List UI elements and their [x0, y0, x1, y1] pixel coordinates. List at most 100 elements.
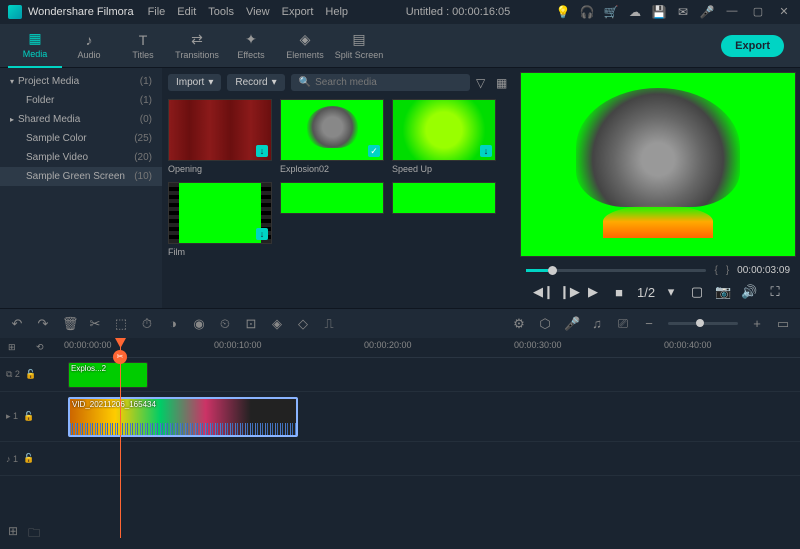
app-name: Wondershare Filmora: [28, 6, 134, 18]
menu-view[interactable]: View: [246, 6, 270, 18]
media-thumb-6[interactable]: [392, 182, 496, 257]
titlebar: Wondershare Filmora File Edit Tools View…: [0, 0, 800, 24]
crop-icon[interactable]: ⬚: [114, 316, 128, 332]
audio-icon: ♪: [86, 32, 93, 48]
browse-folder-icon[interactable]: 🗀: [28, 524, 40, 545]
filter-icon[interactable]: ▽: [476, 76, 490, 90]
snap-icon[interactable]: ⟲: [36, 342, 44, 353]
menu-help[interactable]: Help: [325, 6, 348, 18]
menu-export[interactable]: Export: [282, 6, 314, 18]
zoom-in-icon[interactable]: +: [750, 316, 764, 331]
volume-icon[interactable]: 🔊: [741, 284, 757, 300]
grid-view-icon[interactable]: ▦: [496, 76, 510, 90]
media-thumb-opening[interactable]: ↓Opening: [168, 99, 272, 174]
cart-icon[interactable]: 🛒: [604, 5, 618, 19]
redo-icon[interactable]: ↷: [36, 316, 50, 332]
display-settings-icon[interactable]: ▢: [689, 284, 705, 300]
minimize-button[interactable]: —: [724, 5, 740, 19]
menu-tools[interactable]: Tools: [208, 6, 234, 18]
mixer-icon[interactable]: ⎚: [616, 316, 630, 332]
maximize-button[interactable]: ▢: [750, 5, 766, 19]
clip-video-main[interactable]: VID_20211206_165434: [68, 397, 298, 437]
track-manage-icon[interactable]: ⊞: [8, 342, 16, 353]
sidebar-item-project-media[interactable]: ▾Project Media(1): [0, 72, 162, 91]
sidebar-item-sample-color[interactable]: Sample Color(25): [0, 129, 162, 148]
tab-split-screen[interactable]: ▤Split Screen: [332, 24, 386, 68]
color-icon[interactable]: ◑: [166, 316, 180, 331]
play-button[interactable]: ▶: [585, 284, 601, 300]
mark-in-icon[interactable]: {: [714, 265, 717, 276]
download-icon[interactable]: ↓: [480, 145, 492, 157]
import-dropdown[interactable]: Import▾: [168, 74, 221, 91]
playhead[interactable]: ✂: [120, 338, 121, 538]
save-icon[interactable]: 💾: [652, 5, 666, 19]
render-icon[interactable]: ⚙: [512, 316, 526, 332]
media-thumb-5[interactable]: [280, 182, 384, 257]
zoom-slider[interactable]: [668, 322, 738, 325]
split-screen-icon: ▤: [352, 31, 365, 48]
scissor-icon[interactable]: ✂: [113, 350, 127, 364]
audio-sync-icon[interactable]: ♫: [590, 316, 604, 331]
delete-icon[interactable]: 🗑: [62, 316, 76, 332]
voiceover-icon[interactable]: 🎤: [564, 316, 578, 332]
step-back-button[interactable]: ❙▶: [559, 284, 575, 300]
record-dropdown[interactable]: Record▾: [227, 74, 284, 91]
tab-transitions[interactable]: ⇄Transitions: [170, 24, 224, 68]
media-sidebar: ▾Project Media(1) Folder(1) ▸Shared Medi…: [0, 68, 162, 308]
mail-icon[interactable]: ✉: [676, 5, 690, 19]
media-thumb-explosion02[interactable]: ✓Explosion02: [280, 99, 384, 174]
clip-explosion[interactable]: Explos...2: [68, 362, 148, 388]
preview-seek-slider[interactable]: [526, 269, 706, 272]
download-icon[interactable]: ↓: [256, 145, 268, 157]
keyframe-icon[interactable]: ◇: [296, 316, 310, 332]
timer-icon[interactable]: ⏲: [218, 316, 232, 332]
download-icon[interactable]: ↓: [256, 228, 268, 240]
export-button[interactable]: Export: [721, 35, 784, 57]
lock-icon[interactable]: 🔓: [25, 369, 36, 380]
chevron-down-icon[interactable]: ▾: [663, 284, 679, 300]
sidebar-item-shared-media[interactable]: ▸Shared Media(0): [0, 110, 162, 129]
new-folder-icon[interactable]: ⊞: [8, 524, 18, 545]
fit-icon[interactable]: ▭: [776, 316, 790, 332]
tab-titles[interactable]: TTitles: [116, 24, 170, 68]
audio-mix-icon[interactable]: ⎍: [322, 316, 336, 332]
focus-icon[interactable]: ⊡: [244, 316, 258, 332]
transitions-icon: ⇄: [191, 31, 203, 48]
stop-button[interactable]: ■: [611, 285, 627, 300]
split-icon[interactable]: ✂: [88, 316, 102, 332]
mic-icon[interactable]: 🎤: [700, 5, 714, 19]
media-thumb-speed-up[interactable]: ↓Speed Up: [392, 99, 496, 174]
close-button[interactable]: ✕: [776, 5, 792, 19]
sidebar-item-folder[interactable]: Folder(1): [0, 91, 162, 110]
fullscreen-icon[interactable]: ⛶: [767, 284, 783, 300]
effect-icon[interactable]: ◈: [270, 316, 284, 332]
media-thumb-film[interactable]: ↓Film: [168, 182, 272, 257]
tab-effects[interactable]: ✦Effects: [224, 24, 278, 68]
undo-icon[interactable]: ↶: [10, 316, 24, 332]
sidebar-item-sample-green-screen[interactable]: Sample Green Screen(10): [0, 167, 162, 186]
lock-icon[interactable]: 🔓: [23, 411, 34, 422]
tab-audio[interactable]: ♪Audio: [62, 24, 116, 68]
tips-icon[interactable]: 💡: [556, 5, 570, 19]
support-icon[interactable]: 🎧: [580, 5, 594, 19]
snapshot-icon[interactable]: 📷: [715, 284, 731, 300]
speed-display[interactable]: 1/2: [637, 285, 653, 300]
marker-icon[interactable]: ⬡: [538, 316, 552, 332]
search-input[interactable]: 🔍Search media: [291, 74, 470, 91]
menu-file[interactable]: File: [148, 6, 166, 18]
prev-frame-button[interactable]: ◀❙: [533, 284, 549, 300]
tab-elements[interactable]: ◈Elements: [278, 24, 332, 68]
tab-media[interactable]: ▦Media: [8, 24, 62, 68]
cloud-icon[interactable]: ☁: [628, 5, 642, 19]
media-icon: ▦: [28, 30, 41, 47]
search-icon: 🔍: [299, 77, 311, 88]
speed-icon[interactable]: ⏱: [140, 316, 154, 332]
zoom-out-icon[interactable]: −: [642, 316, 656, 331]
green-screen-icon[interactable]: ◉: [192, 316, 206, 332]
lock-icon[interactable]: 🔓: [23, 453, 34, 464]
preview-screen[interactable]: [520, 72, 796, 257]
check-icon: ✓: [368, 145, 380, 157]
menu-edit[interactable]: Edit: [177, 6, 196, 18]
sidebar-item-sample-video[interactable]: Sample Video(20): [0, 148, 162, 167]
mark-out-icon[interactable]: }: [726, 265, 729, 276]
